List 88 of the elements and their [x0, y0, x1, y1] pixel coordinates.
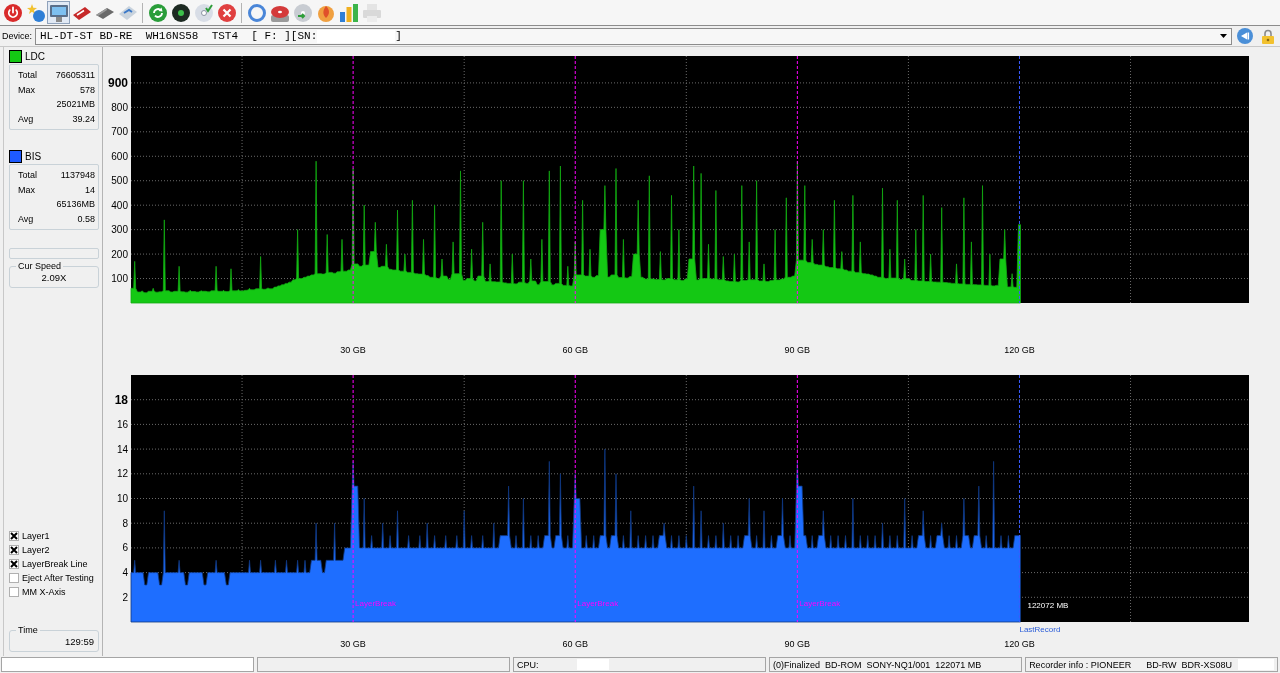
checkbox[interactable] — [9, 545, 19, 555]
y-axis-label: 4 — [122, 567, 128, 579]
disc-stack-icon — [270, 3, 289, 22]
checkbox[interactable] — [9, 573, 19, 583]
stat-label: Max — [18, 184, 36, 195]
y-axis-label: 10 — [116, 493, 128, 504]
y-axis-label: 2 — [122, 591, 128, 603]
y-axis-label: 14 — [116, 443, 128, 455]
power-icon — [3, 3, 22, 22]
stat-label: Max — [18, 84, 36, 95]
reference-line-label: LayerBreak — [799, 599, 841, 608]
stat-label: Total — [18, 170, 37, 181]
reference-line-label: LayerBreak — [355, 599, 397, 608]
y-axis-label: 8 — [122, 517, 128, 529]
cross-icon — [10, 532, 18, 540]
device-dropdown[interactable]: HL-DT-ST BD-RE WH16NS58 TST4 [ F: ][SN: ] — [35, 27, 1232, 45]
recorder-info-text: Recorder info : PIONEER BD-RW BDR-XS08U — [1029, 659, 1232, 670]
y-axis-label: 700 — [111, 126, 128, 138]
flame-icon — [316, 3, 335, 22]
stat-label: Avg — [18, 213, 35, 224]
x-axis-label: 90 GB — [784, 345, 811, 355]
refresh-icon — [148, 3, 167, 22]
checkbox-label[interactable]: Layer2 — [22, 545, 50, 555]
y-axis-label: 100 — [111, 273, 128, 285]
y-axis-label: 800 — [111, 101, 128, 113]
stat-label: Avg — [18, 113, 35, 124]
checkbox-label[interactable]: MM X-Axis — [22, 587, 66, 597]
stat-value: 0.58 — [76, 213, 95, 224]
y-axis-label: 500 — [111, 175, 128, 187]
checkbox-label[interactable]: Layer1 — [22, 531, 50, 541]
annotation-caption: LastRecord — [1019, 625, 1061, 634]
cross-icon — [10, 546, 18, 554]
ring-icon — [247, 3, 266, 22]
x-axis-label: 120 GB — [1004, 345, 1035, 355]
y-axis-label: 400 — [111, 199, 128, 211]
stat-value: 76605311 — [54, 70, 95, 81]
checkbox-label[interactable]: Eject After Testing — [22, 573, 94, 583]
legend-label: LDC — [25, 50, 45, 62]
checkbox[interactable] — [9, 559, 19, 569]
star-ball-icon — [26, 3, 45, 22]
disc-info-text: (0)Finalized BD-ROM SONY-NQ1/001 122071 MB — [769, 657, 1023, 672]
cpu-label: CPU: — [517, 659, 539, 670]
device-label: Device: — [2, 31, 32, 41]
disc-icon — [171, 3, 190, 22]
annotation-label: 122072 MB — [1027, 600, 1069, 610]
checkbox-label[interactable]: LayerBreak Line — [22, 559, 88, 569]
y-axis-label: 300 — [111, 224, 128, 236]
stat-value: 1137948 — [59, 170, 95, 181]
x-axis-label: 120 GB — [1004, 639, 1035, 649]
y-axis-label: 200 — [111, 248, 128, 260]
x-axis-label: 30 GB — [340, 345, 366, 355]
cancel-icon — [217, 3, 236, 22]
x-axis-label: 90 GB — [784, 639, 811, 649]
stat-value: 578 — [78, 84, 95, 95]
bar-chart-icon — [339, 3, 358, 22]
legend-label: BIS — [25, 150, 42, 162]
stat-value: 14 — [84, 184, 95, 195]
reference-line-label: LayerBreak — [577, 599, 619, 608]
speed-value: 2.09X — [40, 271, 68, 284]
cross-icon — [10, 560, 18, 568]
speed-label: Cur Speed — [17, 261, 63, 271]
time-label: Time — [17, 625, 39, 635]
y-axis-label: 12 — [116, 468, 128, 480]
caret-icon — [1220, 34, 1227, 38]
y-axis-label: 16 — [116, 418, 128, 430]
stat-label: Total — [18, 70, 37, 81]
y-axis-label: 18 — [114, 392, 128, 407]
lock-icon — [1262, 28, 1274, 44]
checkbox[interactable] — [9, 531, 19, 541]
stat-value: 39.24 — [71, 113, 95, 124]
time-value: 129:59 — [63, 635, 94, 648]
disc-check-icon — [194, 3, 213, 22]
printer-icon — [362, 3, 381, 22]
blank-field — [1238, 659, 1274, 670]
stat-value: 65136MB — [55, 199, 95, 210]
stat-value: 25021MB — [55, 99, 95, 110]
checkbox[interactable] — [9, 587, 19, 597]
blank-field — [576, 659, 609, 670]
toolbar-button[interactable] — [169, 1, 192, 24]
y-axis-label: 900 — [107, 75, 128, 90]
chevron-tile-icon — [118, 3, 137, 22]
y-axis-label: 6 — [122, 542, 128, 554]
x-axis-label: 30 GB — [340, 639, 366, 649]
x-axis-label: 60 GB — [562, 639, 588, 649]
y-axis-label: 600 — [111, 150, 128, 162]
arrow-circle-icon — [1237, 28, 1253, 44]
monitor-icon — [49, 3, 68, 22]
x-axis-label: 60 GB — [562, 345, 588, 355]
